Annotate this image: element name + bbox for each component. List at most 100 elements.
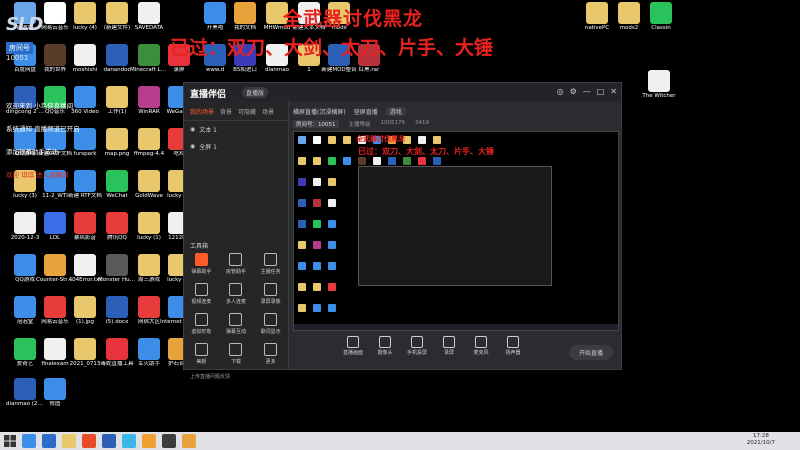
preview-icon <box>403 157 411 165</box>
tool-lyrics[interactable]: 歌词显示 <box>253 313 288 335</box>
app-icon <box>44 254 66 276</box>
preview-icon <box>328 262 336 270</box>
room-label: 房间号 <box>6 42 33 54</box>
game-icon[interactable] <box>182 434 196 448</box>
tab-scene[interactable]: 场景 <box>262 107 274 116</box>
source-record[interactable]: 录屏 <box>435 333 463 369</box>
taskview-icon[interactable] <box>22 434 36 448</box>
tool-avatar[interactable]: 虚拟形象 <box>184 313 219 335</box>
tool-video-link[interactable]: 视频连麦 <box>184 283 219 305</box>
live-app-icon[interactable] <box>162 434 176 448</box>
dropbox-icon[interactable] <box>42 434 56 448</box>
chat-message: 添加弹幕助手成功 <box>6 148 58 156</box>
stream-logo: SLD <box>6 14 43 35</box>
desktop-icon[interactable]: SAVEDATA <box>130 2 168 32</box>
preview-icon <box>298 157 306 165</box>
microphone-icon <box>475 336 487 348</box>
eye-icon[interactable]: ◉ <box>190 126 195 133</box>
preview-icon <box>388 157 396 165</box>
app-icon <box>44 378 66 400</box>
tool-admin-assistant[interactable]: 房管助手 <box>219 253 254 275</box>
preview-icon <box>373 157 381 165</box>
word-icon[interactable] <box>102 434 116 448</box>
avatar-icon <box>194 313 208 326</box>
source-mic[interactable]: 麦克风 <box>467 333 495 369</box>
tool-danmu-interact[interactable]: 弹幕互动 <box>219 313 254 335</box>
lyrics-icon <box>264 313 278 326</box>
eye-icon[interactable]: ◉ <box>190 143 195 150</box>
tool-beauty[interactable]: 美颜 <box>184 343 219 365</box>
taskbar-apps <box>22 434 196 448</box>
browser-icon[interactable] <box>82 434 96 448</box>
tab-portrait[interactable]: 竖屏直播 <box>354 107 378 116</box>
app-icon <box>44 44 66 66</box>
admin-icon <box>229 253 243 266</box>
app-icon <box>106 44 128 66</box>
tool-danmu-assistant[interactable]: 弹幕助手 <box>184 253 219 275</box>
preview-taskbar <box>294 324 618 330</box>
tab-my-scenes[interactable]: 我的场景 <box>190 107 214 116</box>
app-icon <box>74 254 96 276</box>
tool-host-tasks[interactable]: 主播任务 <box>253 253 288 275</box>
tab-hidden[interactable]: 可隐藏 <box>238 107 256 116</box>
tool-download[interactable]: 下载 <box>219 343 254 365</box>
source-screen[interactable]: 直播画面 <box>339 333 367 369</box>
chat-message: 系统通知 直播频道已开启 <box>6 125 80 133</box>
app-icon <box>648 70 670 92</box>
host-level: 主播等级 <box>348 122 371 128</box>
preview-icon <box>298 199 306 207</box>
preview-icon <box>328 178 336 186</box>
app-icon <box>138 86 160 108</box>
scene-label: 全屏 1 <box>199 144 217 151</box>
nested-preview <box>358 166 552 286</box>
record-icon <box>443 336 455 348</box>
edge-icon[interactable] <box>122 434 136 448</box>
tool-more[interactable]: 更多 <box>253 343 288 365</box>
desktop-icon[interactable]: Classin <box>642 2 680 32</box>
app-icon <box>138 296 160 318</box>
app-icon <box>106 2 128 24</box>
app-icon <box>138 338 160 360</box>
minimize-button[interactable]: — <box>583 87 591 96</box>
source-phone[interactable]: 手机投屏 <box>403 333 431 369</box>
tab-landscape[interactable]: 横屏直播(沉浸横屏) <box>293 107 346 116</box>
app-icon <box>586 2 608 24</box>
folder-icon[interactable] <box>62 434 76 448</box>
source-speaker[interactable]: 扬声器 <box>499 333 527 369</box>
desktop-icon[interactable]: The Witcher <box>640 70 678 100</box>
tab-game[interactable]: 游戏 <box>385 107 406 116</box>
title-bar[interactable]: 直播伴侣 直播版 ◎ ⚙ — □ ✕ <box>184 83 621 101</box>
preview-icon <box>313 283 321 291</box>
app-icon <box>650 2 672 24</box>
preview-icon <box>298 136 306 144</box>
stream-preview[interactable]: 全武器讨伐黑龙 已过：双刀、大剑、太刀、片手、大锤 <box>293 131 619 331</box>
left-panel: 我的场景 背景 可隐藏 场景 ◉ 文本 1 ◉ 全屏 1 工具箱 弹幕助手 房管… <box>184 101 289 380</box>
source-camera[interactable]: 摄像头 <box>371 333 399 369</box>
camera-icon <box>379 336 391 348</box>
clock[interactable]: 17:28 2021/10/7 <box>747 433 775 447</box>
windows-start-icon[interactable] <box>4 435 16 447</box>
app-icon <box>138 254 160 276</box>
chrome-icon[interactable] <box>142 434 156 448</box>
tool-screen-record[interactable]: 录屏录像 <box>253 283 288 305</box>
app-icon <box>74 296 96 318</box>
app-icon <box>14 212 36 234</box>
tab-background[interactable]: 背景 <box>220 107 232 116</box>
close-button[interactable]: ✕ <box>610 87 617 96</box>
tool-multi-link[interactable]: 多人连麦 <box>219 283 254 305</box>
live-companion-window[interactable]: 直播伴侣 直播版 ◎ ⚙ — □ ✕ 我的场景 背景 可隐藏 场景 ◉ 文本 1 <box>183 82 622 380</box>
app-icon <box>14 378 36 400</box>
scene-item[interactable]: ◉ 文本 1 <box>184 121 288 138</box>
settings-icon[interactable]: ⚙ <box>570 87 577 96</box>
record-icon[interactable]: ◎ <box>557 87 564 96</box>
preview-icon <box>328 304 336 312</box>
desktop-icon[interactable]: 修图 <box>36 378 74 408</box>
maximize-button[interactable]: □ <box>597 87 605 96</box>
feedback-link[interactable]: 上传直播问题反馈 <box>190 373 230 380</box>
preview-icon <box>313 178 321 186</box>
preview-icon <box>328 136 336 144</box>
scene-item[interactable]: ◉ 全屏 1 <box>184 138 288 155</box>
phone-icon <box>411 336 423 348</box>
start-live-button[interactable]: 开始直播 <box>568 345 613 360</box>
preview-icon <box>313 220 321 228</box>
